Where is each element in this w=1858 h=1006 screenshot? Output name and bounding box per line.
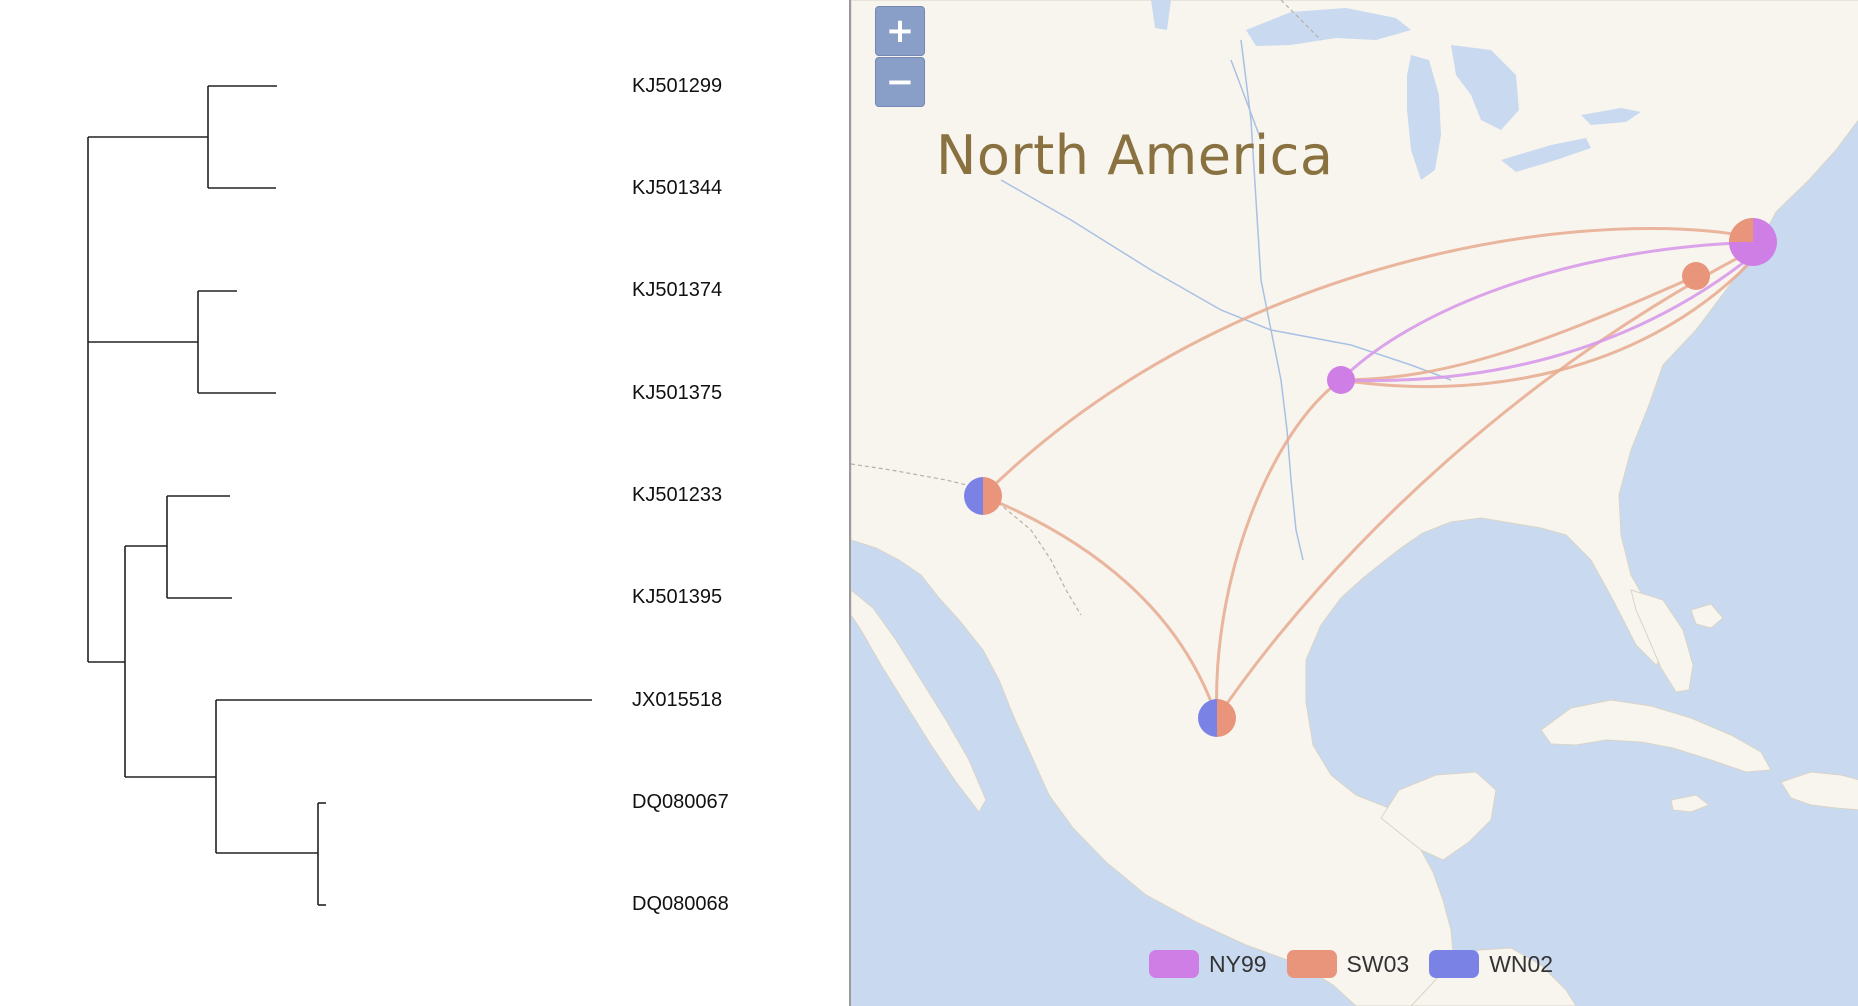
- tree-leaf-label[interactable]: KJ501344: [632, 177, 722, 199]
- legend-item-sw03[interactable]: SW03: [1286, 950, 1410, 978]
- tree-leaf-label[interactable]: KJ501395: [632, 586, 722, 608]
- legend-label: SW03: [1346, 950, 1410, 977]
- legend-label: NY99: [1209, 950, 1267, 977]
- app-root: KJ501299 KJ501344 KJ501374 KJ501375 KJ50…: [0, 0, 1858, 1006]
- legend-swatch: [1286, 950, 1337, 978]
- location-marker-mexico: [1198, 699, 1236, 737]
- bahamas: [1690, 603, 1724, 629]
- legend-swatch: [1149, 950, 1199, 978]
- legend-item-wn02[interactable]: WN02: [1429, 950, 1553, 978]
- jamaica: [1670, 794, 1711, 813]
- tree-leaf-label[interactable]: KJ501375: [632, 382, 722, 404]
- hispaniola: [1780, 771, 1858, 811]
- tree-leaf-label[interactable]: JX015518: [632, 689, 722, 711]
- legend-swatch: [1429, 950, 1480, 978]
- legend: NY99 SW03 WN02: [1149, 946, 1553, 982]
- tree-leaf-label[interactable]: KJ501299: [632, 75, 722, 97]
- map-panel[interactable]: + − North America NY99 SW03 WN02: [849, 0, 1858, 1006]
- region-label: North America: [936, 124, 1334, 187]
- tree-leaf-label[interactable]: DQ080068: [632, 893, 729, 915]
- cuba: [1540, 699, 1772, 773]
- location-marker-midatlantic: [1682, 262, 1710, 290]
- tree-leaf-label[interactable]: DQ080067: [632, 791, 729, 813]
- zoom-in-button[interactable]: +: [875, 6, 925, 56]
- location-marker-southwest: [964, 477, 1002, 515]
- zoom-out-button[interactable]: −: [875, 57, 925, 107]
- legend-label: WN02: [1489, 950, 1554, 977]
- location-marker-northeast: [1729, 218, 1777, 266]
- tree-leaf-label[interactable]: KJ501374: [632, 279, 722, 301]
- location-marker-midwest: [1327, 366, 1355, 394]
- tree-leaf-label[interactable]: KJ501233: [632, 484, 722, 506]
- phylogenetic-tree-panel: KJ501299 KJ501344 KJ501374 KJ501375 KJ50…: [0, 0, 849, 1006]
- legend-item-ny99[interactable]: NY99: [1149, 950, 1267, 978]
